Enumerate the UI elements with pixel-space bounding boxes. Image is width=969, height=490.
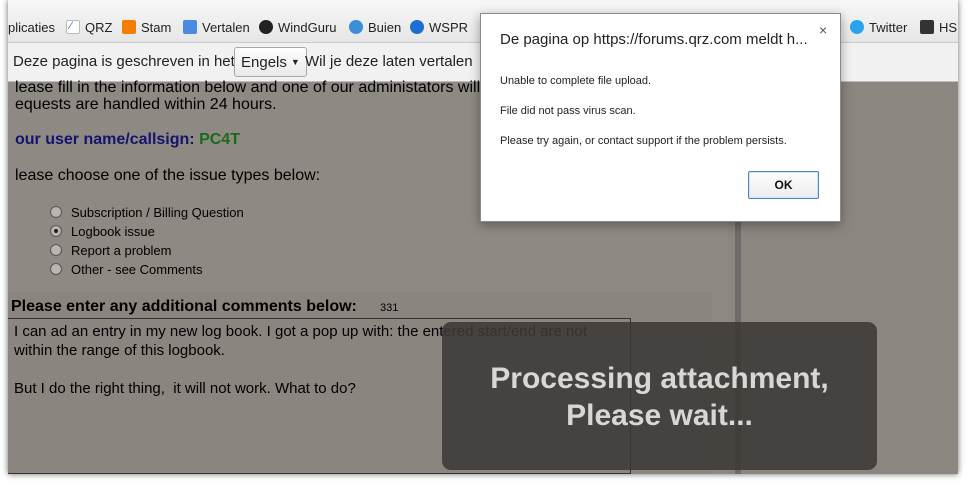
language-select[interactable]: Engels ▼ — [234, 47, 307, 77]
processing-line-2: Please wait... — [566, 399, 753, 432]
bookmark-label: plicaties — [8, 20, 55, 35]
translate-icon — [183, 20, 197, 34]
radio-subscription[interactable]: Subscription / Billing Question — [50, 205, 244, 220]
hs-icon — [920, 20, 934, 34]
radio-logbook[interactable]: Logbook issue — [50, 224, 155, 239]
radio-label: Other - see Comments — [71, 262, 203, 277]
radio-label: Subscription / Billing Question — [71, 205, 244, 220]
close-icon[interactable]: × — [819, 22, 827, 38]
browser-window: plicaties ∕ QRZ Stam Vertalen WindGuru Bu… — [8, 0, 958, 474]
bookmark-label: Stam — [141, 20, 172, 35]
processing-line-1: Processing attachment, — [490, 362, 829, 395]
bookmark-label: WindGuru — [278, 20, 337, 35]
intro-line-2: equests are handled within 24 hours. — [15, 96, 277, 113]
dialog-message-3: Please try again, or contact support if … — [500, 135, 787, 147]
translate-question: Wil je deze laten vertalen — [305, 53, 473, 70]
radio-label: Logbook issue — [71, 224, 155, 239]
translate-prefix: Deze pagina is geschreven in het — [13, 53, 235, 70]
bookmark-wspr[interactable]: WSPR — [410, 20, 468, 35]
radio-label: Report a problem — [71, 243, 172, 258]
bookmark-label: Buien — [368, 20, 402, 35]
radio-button[interactable] — [50, 263, 62, 275]
bookmark-vertalen[interactable]: Vertalen — [183, 20, 250, 35]
radio-button-selected[interactable] — [50, 225, 62, 237]
bookmark-hs[interactable]: HS — [920, 20, 957, 35]
bookmark-windguru[interactable]: WindGuru — [259, 20, 337, 35]
bookmark-twitter[interactable]: Twitter — [850, 20, 907, 35]
wspr-icon — [410, 20, 424, 34]
bookmark-apps[interactable]: plicaties — [8, 20, 55, 35]
chevron-down-icon: ▼ — [290, 57, 300, 67]
callsign-label: our user name/callsign: — [15, 131, 195, 148]
dialog-message-2: File did not pass virus scan. — [500, 105, 636, 117]
bookmark-label: HS — [939, 20, 958, 35]
radio-button[interactable] — [50, 206, 62, 218]
issue-prompt: lease choose one of the issue types belo… — [15, 167, 321, 184]
radio-button[interactable] — [50, 244, 62, 256]
bookmark-stam[interactable]: Stam — [122, 20, 171, 35]
bookmark-label: QRZ — [85, 20, 113, 35]
processing-overlay: Processing attachment, Please wait... — [442, 322, 877, 470]
ok-button[interactable]: OK — [748, 171, 819, 199]
callsign-row: our user name/callsign: PC4T — [15, 131, 240, 149]
dialog-title: De pagina op https://forums.qrz.com meld… — [500, 31, 808, 48]
alert-dialog: De pagina op https://forums.qrz.com meld… — [480, 13, 841, 222]
blogger-icon — [122, 20, 136, 34]
buien-icon — [349, 20, 363, 34]
processing-text: Processing attachment, Please wait... — [442, 360, 877, 434]
callsign-value: PC4T — [199, 131, 240, 148]
twitter-icon — [850, 20, 864, 34]
intro-line-1: lease fill in the information below and … — [15, 79, 493, 96]
bookmark-label: WSPR — [429, 20, 468, 35]
radio-report[interactable]: Report a problem — [50, 243, 171, 258]
char-count: 331 — [380, 302, 399, 314]
windguru-icon — [259, 20, 273, 34]
radio-other[interactable]: Other - see Comments — [50, 262, 203, 277]
qrz-icon: ∕ — [66, 20, 80, 34]
bookmark-label: Twitter — [869, 20, 908, 35]
dialog-message-1: Unable to complete file upload. — [500, 75, 652, 87]
bookmark-buien[interactable]: Buien — [349, 20, 401, 35]
comments-heading: Please enter any additional comments bel… — [11, 298, 357, 315]
language-value: Engels — [241, 54, 287, 71]
bookmark-qrz[interactable]: ∕ QRZ — [66, 20, 112, 35]
bookmark-label: Vertalen — [202, 20, 250, 35]
